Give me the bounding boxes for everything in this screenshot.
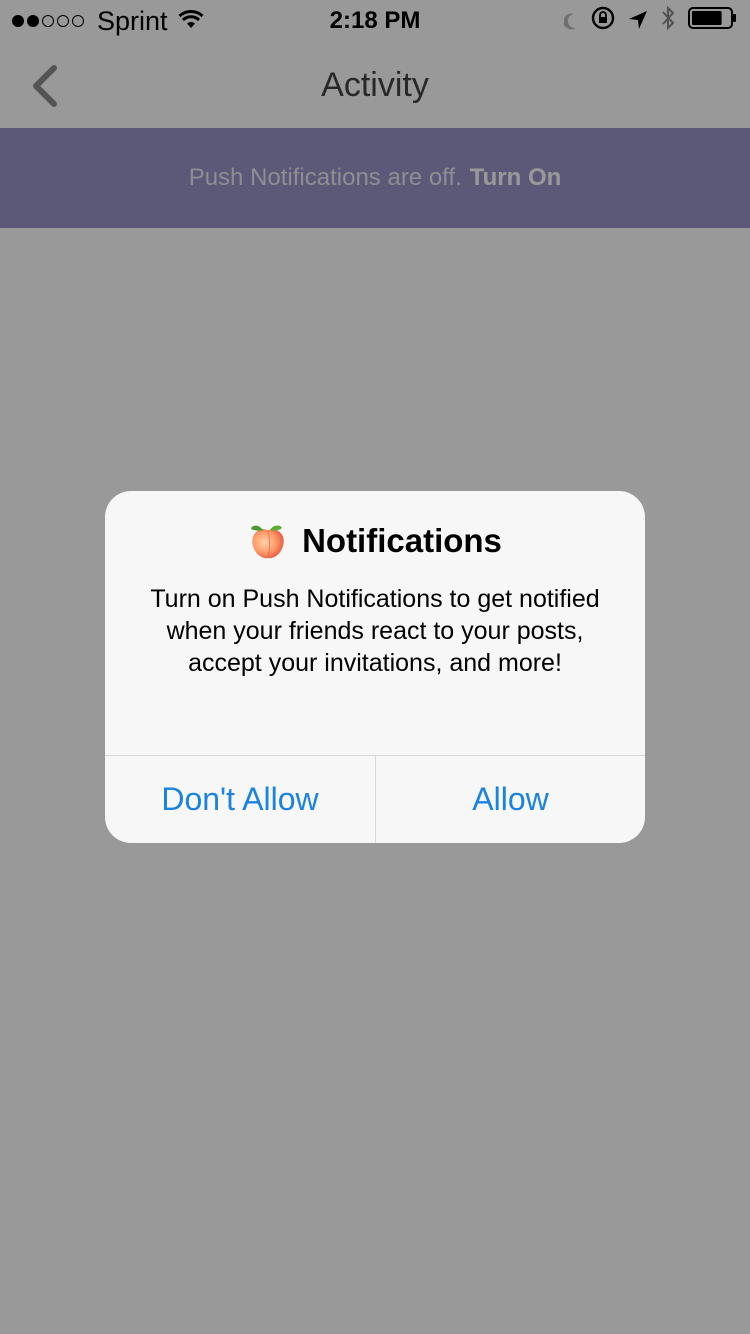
alert-title-row: Notifications xyxy=(105,521,645,561)
allow-button[interactable]: Allow xyxy=(376,756,645,843)
activity-screen: Sprint 2:18 PM Activity Push Notificatio… xyxy=(0,0,750,1334)
alert-message: Turn on Push Notifications to get notifi… xyxy=(150,585,600,677)
dont-allow-button[interactable]: Don't Allow xyxy=(105,756,375,843)
peach-emoji-icon xyxy=(251,525,284,559)
alert-title: Notifications xyxy=(302,522,502,559)
notifications-permission-alert: Notifications Turn on Push Notifications… xyxy=(105,491,645,843)
